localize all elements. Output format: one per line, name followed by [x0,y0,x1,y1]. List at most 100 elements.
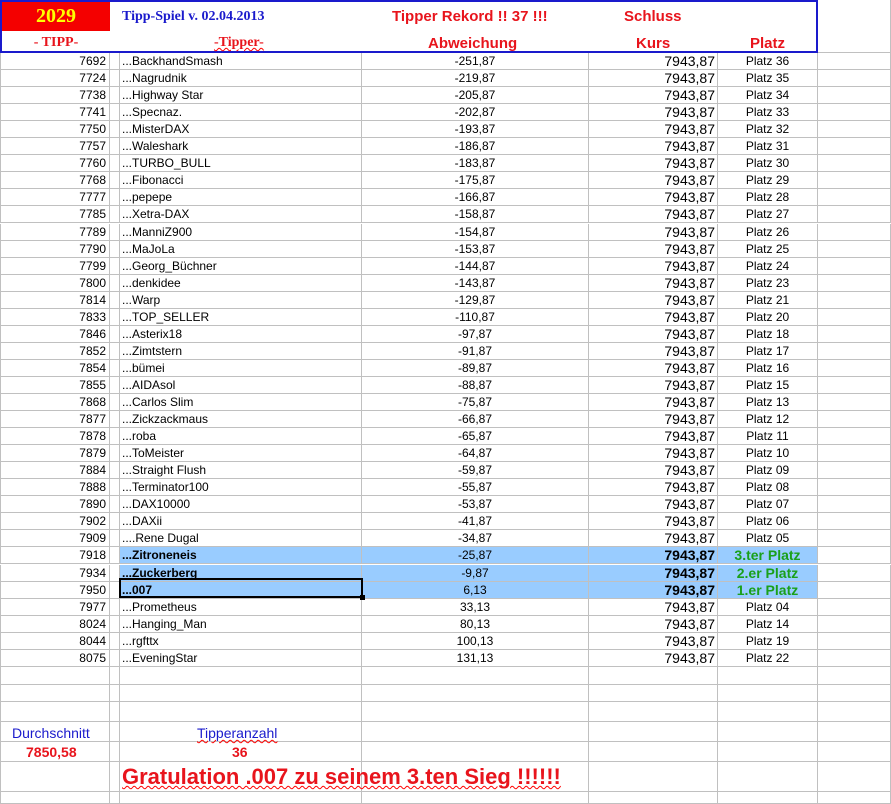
empty-cell[interactable] [818,411,891,428]
tipper-cell[interactable]: ...Waleshark [120,138,362,155]
kurs-cell[interactable] [589,762,718,791]
empty-cell[interactable] [818,722,891,741]
kurs-cell[interactable]: 7943,87 [589,274,718,291]
empty-cell[interactable] [110,172,120,189]
empty-cell[interactable] [110,792,120,803]
kurs-cell[interactable]: 7943,87 [589,376,718,393]
tipper-cell[interactable]: ...Prometheus [120,598,362,615]
platz-cell[interactable]: Platz 30 [718,155,818,172]
kurs-cell[interactable]: 7943,87 [589,359,718,376]
platz-cell[interactable] [718,742,818,761]
tipp-cell[interactable]: 7855 [0,376,110,393]
platz-cell[interactable]: Platz 28 [718,189,818,206]
empty-cell[interactable] [818,308,891,325]
platz-cell[interactable]: Platz 21 [718,291,818,308]
tipper-cell[interactable]: ...AIDAsol [120,376,362,393]
tipper-cell[interactable]: ....Rene Dugal [120,530,362,547]
kurs-cell[interactable]: 7943,87 [589,189,718,206]
kurs-cell[interactable] [589,722,718,741]
kurs-cell[interactable] [589,684,718,701]
tipper-cell[interactable]: ...pepepe [120,189,362,206]
tipper-cell[interactable]: ...DAXii [120,513,362,530]
tipp-cell[interactable]: 7854 [0,359,110,376]
empty-cell[interactable] [818,462,891,479]
abweichung-cell[interactable]: 100,13 [362,632,589,649]
empty-cell[interactable] [818,762,891,791]
tipp-cell[interactable]: 7950 [0,581,110,598]
empty-cell[interactable] [110,104,120,121]
empty-cell[interactable] [110,496,120,513]
empty-cell[interactable] [110,189,120,206]
empty-cell[interactable] [110,325,120,342]
platz-cell[interactable]: Platz 18 [718,325,818,342]
abweichung-cell[interactable]: -41,87 [362,513,589,530]
empty-cell[interactable] [110,462,120,479]
tipper-cell[interactable]: ...Hanging_Man [120,615,362,632]
kurs-cell[interactable]: 7943,87 [589,104,718,121]
empty-cell[interactable] [818,155,891,172]
tipper-cell[interactable] [120,702,362,721]
abweichung-cell[interactable]: 131,13 [362,649,589,666]
kurs-cell[interactable]: 7943,87 [589,462,718,479]
tipper-cell[interactable]: ...Highway Star [120,87,362,104]
abweichung-cell[interactable]: -205,87 [362,87,589,104]
kurs-cell[interactable]: 7943,87 [589,547,718,564]
abweichung-cell[interactable]: -175,87 [362,172,589,189]
selected-cell[interactable] [119,578,365,600]
tipper-cell[interactable]: ...EveningStar [120,649,362,666]
empty-cell[interactable] [110,223,120,240]
kurs-cell[interactable]: 7943,87 [589,530,718,547]
abweichung-cell[interactable]: -97,87 [362,325,589,342]
kurs-cell[interactable]: 7943,87 [589,411,718,428]
tipp-cell[interactable]: 7918 [0,547,110,564]
abweichung-cell[interactable] [362,722,589,741]
empty-cell[interactable] [818,742,891,761]
platz-cell[interactable]: Platz 11 [718,428,818,445]
tipp-cell[interactable]: 7977 [0,598,110,615]
empty-cell[interactable] [110,722,120,741]
tipp-cell[interactable]: 7878 [0,428,110,445]
abweichung-cell[interactable] [362,702,589,721]
tipper-cell[interactable]: ...Warp [120,291,362,308]
empty-cell[interactable] [110,121,120,138]
tipp-cell[interactable] [0,666,110,684]
tipper-cell[interactable]: ...bümei [120,359,362,376]
tipper-cell[interactable]: ...roba [120,428,362,445]
platz-cell[interactable]: Platz 10 [718,445,818,462]
platz-cell[interactable]: Platz 06 [718,513,818,530]
empty-cell[interactable] [818,325,891,342]
tipp-cell[interactable]: 7884 [0,462,110,479]
abweichung-cell[interactable]: -88,87 [362,376,589,393]
tipp-cell[interactable]: 7846 [0,325,110,342]
tipper-cell[interactable]: ...Zimtstern [120,342,362,359]
platz-cell[interactable]: Platz 27 [718,206,818,223]
empty-cell[interactable] [818,530,891,547]
abweichung-cell[interactable]: -219,87 [362,70,589,87]
platz-cell[interactable] [718,762,818,791]
empty-cell[interactable] [110,206,120,223]
tipper-cell[interactable]: ...MisterDAX [120,121,362,138]
platz-cell[interactable]: Platz 25 [718,240,818,257]
empty-cell[interactable] [818,684,891,701]
platz-cell[interactable]: Platz 26 [718,223,818,240]
kurs-cell[interactable] [589,792,718,803]
platz-cell[interactable]: Platz 24 [718,257,818,274]
tipper-cell[interactable]: ...rgfttx [120,632,362,649]
empty-cell[interactable] [818,223,891,240]
kurs-cell[interactable]: 7943,87 [589,428,718,445]
tipp-cell[interactable]: 7934 [0,564,110,581]
tipper-cell[interactable]: ...TURBO_BULL [120,155,362,172]
empty-cell[interactable] [110,138,120,155]
empty-cell[interactable] [818,0,891,52]
abweichung-cell[interactable]: -25,87 [362,547,589,564]
kurs-cell[interactable]: 7943,87 [589,240,718,257]
platz-cell[interactable]: Platz 13 [718,394,818,411]
tipp-cell[interactable]: 7879 [0,445,110,462]
empty-cell[interactable] [110,308,120,325]
tipp-cell[interactable]: 8024 [0,615,110,632]
empty-cell[interactable] [818,666,891,684]
tipp-cell[interactable]: 7785 [0,206,110,223]
abweichung-cell[interactable] [362,742,589,761]
empty-cell[interactable] [818,172,891,189]
tipper-cell[interactable]: ...BackhandSmash [120,53,362,70]
